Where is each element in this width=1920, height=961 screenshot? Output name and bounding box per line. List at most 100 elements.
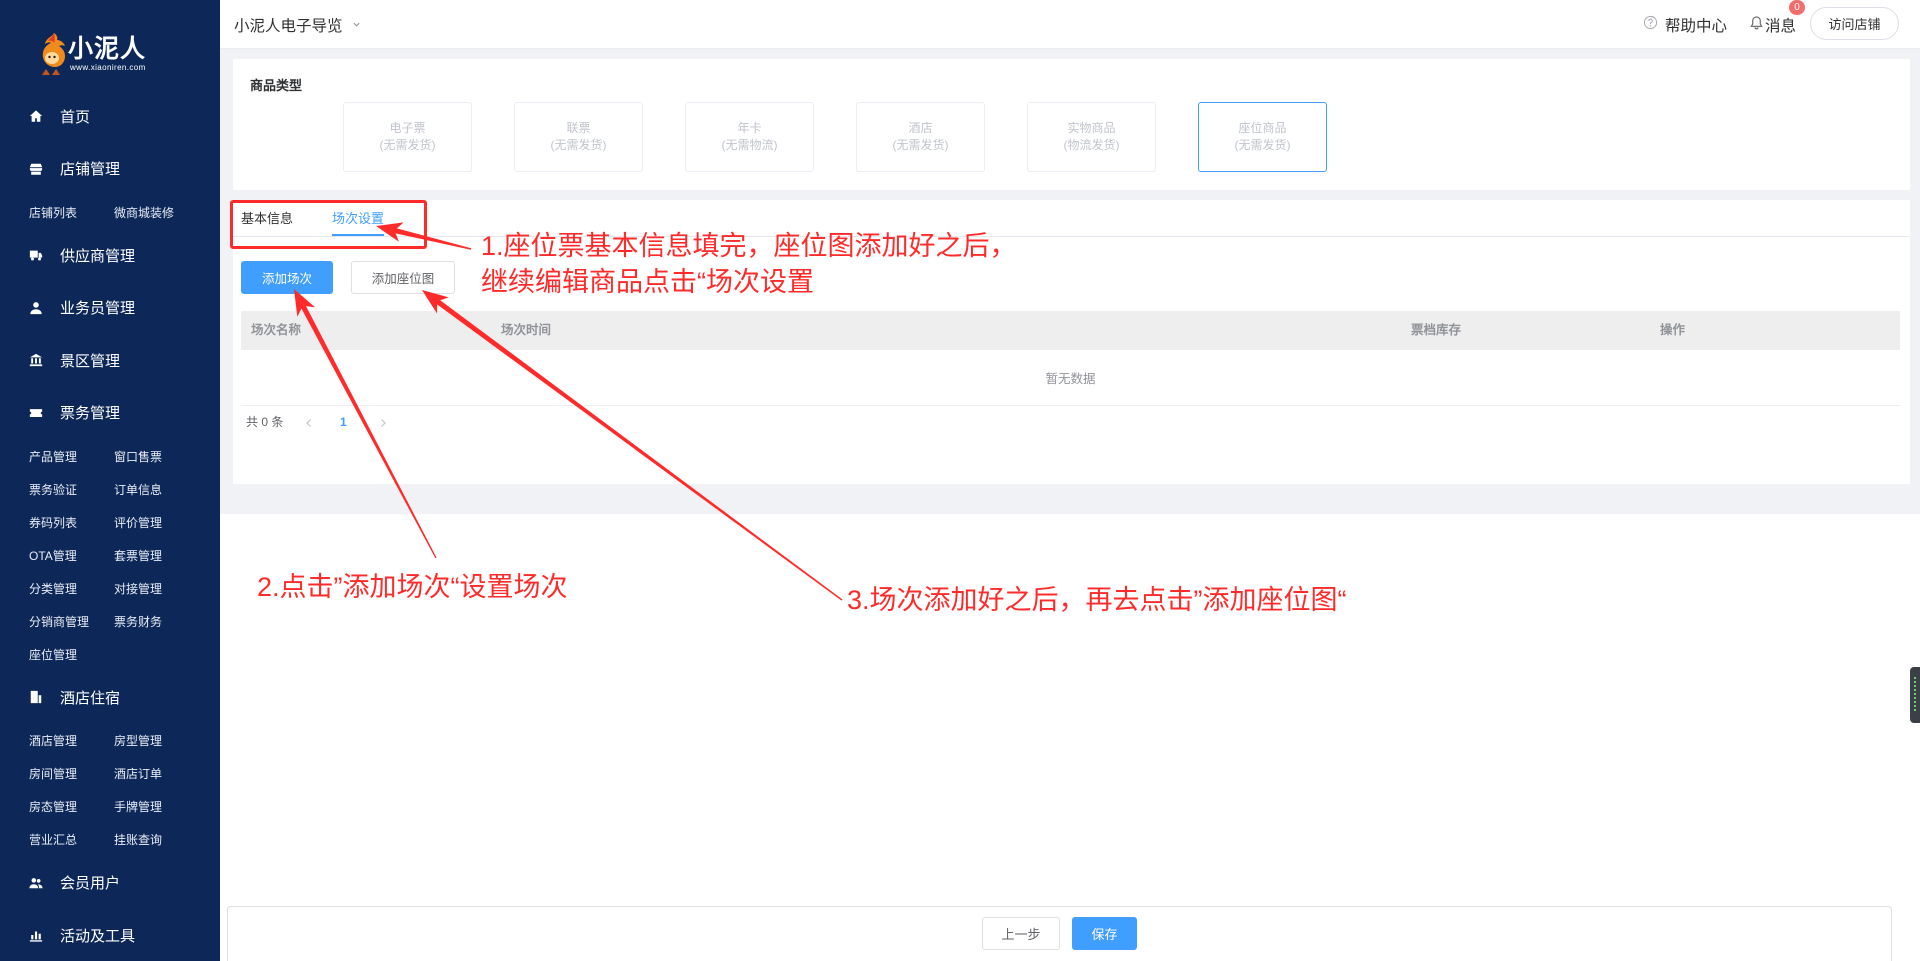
table-header: 场次名称 场次时间 票档库存 操作 [241, 311, 1900, 350]
table-empty-state: 暂无数据 [241, 350, 1900, 406]
product-type-option-e-ticket[interactable]: 电子票 (无需发货) [343, 102, 472, 172]
previous-step-button[interactable]: 上一步 [982, 917, 1060, 950]
product-type-option-combo-ticket[interactable]: 联票 (无需发货) [514, 102, 643, 172]
app-title: 小泥人电子导览 [234, 17, 343, 35]
sidebar-subitem[interactable]: 分类管理 [29, 572, 114, 605]
sidebar-subitem[interactable]: 挂账查询 [114, 823, 199, 856]
sidebar-item-label: 票务管理 [60, 405, 121, 422]
sidebar-subitem[interactable]: 手牌管理 [114, 790, 199, 823]
sidebar: 小泥人 www.xiaoniren.com 首页 店铺管理 店铺列表 微商城装修… [0, 0, 220, 961]
sidebar-item-supplier-management[interactable]: 供应商管理 [0, 229, 220, 282]
sidebar-item-store-management[interactable]: 店铺管理 [0, 142, 220, 195]
chevron-right-icon[interactable] [377, 416, 389, 428]
column-header-session-time: 场次时间 [501, 323, 552, 337]
form-footer: 上一步 保存 [227, 906, 1892, 961]
sidebar-item-label: 业务员管理 [60, 300, 136, 317]
sidebar-subitem[interactable]: 评价管理 [114, 506, 199, 539]
home-icon [29, 109, 43, 123]
sidebar-subitem[interactable]: 窗口售票 [114, 440, 199, 473]
visit-store-button[interactable]: 访问店铺 [1810, 7, 1899, 40]
sidebar-item-hotel[interactable]: 酒店住宿 [0, 671, 220, 724]
product-type-option-hotel[interactable]: 酒店 (无需发货) [856, 102, 985, 172]
sidebar-subitem[interactable]: 订单信息 [114, 473, 199, 506]
pagination-page-current[interactable]: 1 [340, 413, 347, 431]
messages-label: 消息 [1765, 17, 1797, 35]
sidebar-item-label: 供应商管理 [60, 247, 136, 265]
users-icon [29, 876, 43, 890]
store-icon [29, 162, 43, 176]
sidebar-subitem[interactable]: 套票管理 [114, 539, 199, 572]
sidebar-subitem[interactable]: 票务验证 [29, 473, 114, 506]
sidebar-item-label: 活动及工具 [60, 927, 136, 945]
option-name: 酒店 [908, 121, 933, 135]
option-name: 年卡 [737, 121, 762, 135]
messages-link[interactable]: 消息 0 [1749, 0, 1805, 49]
sidebar-subitem[interactable]: 房间管理 [29, 757, 114, 790]
question-circle-icon [1643, 15, 1658, 35]
add-seat-map-button[interactable]: 添加座位图 [351, 261, 455, 294]
sidebar-subitem[interactable]: 房型管理 [114, 724, 199, 757]
sidebar-subitem[interactable]: 对接管理 [114, 572, 199, 605]
sidebar-item-salesman-management[interactable]: 业务员管理 [0, 281, 220, 334]
option-note: (无需发货) [1234, 138, 1291, 152]
top-bar: 小泥人电子导览 帮助中心 消息 0 访问店铺 [220, 0, 1920, 49]
product-type-option-annual-card[interactable]: 年卡 (无需物流) [685, 102, 814, 172]
sidebar-subitem[interactable]: 酒店管理 [29, 724, 114, 757]
column-header-ticket-stock: 票档库存 [1411, 323, 1462, 337]
product-type-option-seat[interactable]: 座位商品 (无需发货) [1198, 102, 1327, 172]
sidebar-item-home[interactable]: 首页 [0, 90, 220, 143]
user-icon [29, 301, 43, 315]
sidebar-subitem[interactable]: 产品管理 [29, 440, 114, 473]
floating-side-handle[interactable] [1910, 667, 1920, 723]
logo-url: www.xiaoniren.com [70, 63, 146, 72]
sidebar-submenu-store: 店铺列表 微商城装修 [0, 195, 220, 229]
help-center-label: 帮助中心 [1665, 17, 1728, 35]
option-name: 座位商品 [1238, 121, 1287, 135]
sidebar-item-members[interactable]: 会员用户 [0, 856, 220, 909]
column-header-actions: 操作 [1660, 323, 1686, 337]
logo[interactable]: 小泥人 www.xiaoniren.com [0, 0, 220, 90]
sidebar-item-activities-tools[interactable]: 活动及工具 [0, 909, 220, 961]
product-type-options: 电子票 (无需发货) 联票 (无需发货) 年卡 (无需物流) 酒店 (无需发货)… [343, 102, 1327, 172]
chevron-left-icon[interactable] [303, 416, 315, 428]
column-header-session-name: 场次名称 [251, 323, 302, 337]
sidebar-subitem[interactable]: 房态管理 [29, 790, 114, 823]
sidebar-subitem[interactable]: 营业汇总 [29, 823, 114, 856]
option-name: 实物商品 [1067, 121, 1116, 135]
mascot-logo-icon [42, 33, 65, 75]
truck-icon [29, 248, 43, 262]
annotation-step2: 2.点击”添加场次“设置场次 [257, 572, 568, 602]
annotation-step3: 3.场次添加好之后，再去点击”添加座位图“ [847, 585, 1347, 615]
option-note: (无需物流) [721, 138, 778, 152]
option-note: (无需发货) [892, 138, 949, 152]
sidebar-submenu-ticket: 产品管理 窗口售票 票务验证 订单信息 券码列表 评价管理 OTA管理 套票管理… [0, 439, 220, 671]
sidebar-subitem[interactable]: OTA管理 [29, 539, 114, 572]
hotel-icon [29, 690, 43, 704]
sidebar-subitem[interactable]: 店铺列表 [29, 196, 114, 229]
annotation-step1-line2: 继续编辑商品点击“场次设置 [481, 267, 814, 297]
annotation-highlight-box [230, 200, 427, 249]
option-note: (无需发货) [379, 138, 436, 152]
sidebar-item-scenic-management[interactable]: 景区管理 [0, 334, 220, 387]
sidebar-subitem[interactable]: 酒店订单 [114, 757, 199, 790]
page: 小泥人 www.xiaoniren.com 首页 店铺管理 店铺列表 微商城装修… [0, 0, 1920, 961]
message-count-badge: 0 [1789, 0, 1805, 15]
sidebar-subitem[interactable]: 微商城装修 [114, 196, 199, 229]
sidebar-subitem[interactable]: 票务财务 [114, 605, 199, 638]
sidebar-subitem[interactable]: 分销商管理 [29, 605, 114, 638]
chevron-down-icon [352, 16, 361, 34]
help-center-link[interactable]: 帮助中心 [1643, 0, 1727, 49]
chart-icon [29, 928, 43, 942]
app-title-dropdown[interactable]: 小泥人电子导览 [234, 0, 361, 49]
add-session-button[interactable]: 添加场次 [241, 261, 333, 294]
sidebar-item-label: 会员用户 [60, 875, 121, 892]
landmark-icon [29, 353, 43, 367]
sidebar-subitem[interactable]: 券码列表 [29, 506, 114, 539]
option-name: 联票 [566, 121, 591, 135]
option-name: 电子票 [389, 121, 426, 135]
sidebar-subitem[interactable]: 座位管理 [29, 638, 114, 671]
sidebar-item-ticket-management[interactable]: 票务管理 [0, 386, 220, 439]
product-type-option-physical[interactable]: 实物商品 (物流发货) [1027, 102, 1156, 172]
product-type-label: 商品类型 [250, 78, 303, 93]
save-button[interactable]: 保存 [1072, 917, 1137, 950]
